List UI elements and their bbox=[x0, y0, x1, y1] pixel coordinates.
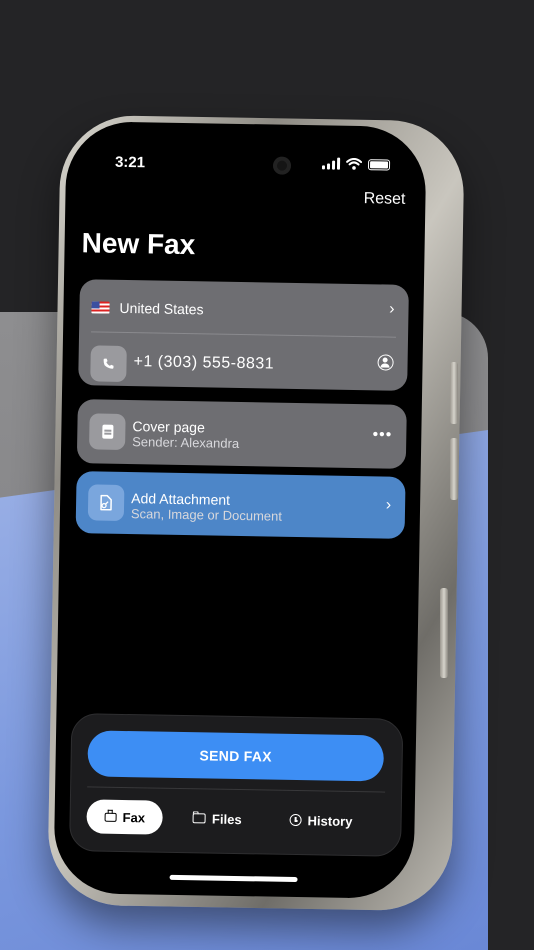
add-attachment-title: Add Attachment bbox=[131, 490, 231, 508]
document-icon bbox=[101, 424, 113, 439]
send-fax-button[interactable]: SEND FAX bbox=[87, 730, 385, 782]
phone-screen: 3:21 Reset New Fax United States › +1 (3… bbox=[53, 120, 427, 900]
home-indicator[interactable] bbox=[169, 874, 298, 883]
tab-history[interactable]: History bbox=[271, 803, 370, 839]
status-icons bbox=[321, 157, 391, 171]
clock-icon bbox=[289, 813, 302, 827]
more-options-icon[interactable]: ••• bbox=[372, 426, 392, 444]
phone-number-input[interactable]: +1 (303) 555-8831 bbox=[133, 353, 274, 373]
tab-history-label: History bbox=[307, 812, 353, 829]
status-time: 3:21 bbox=[114, 153, 146, 172]
chevron-right-icon: › bbox=[385, 496, 392, 514]
phone-icon bbox=[103, 358, 114, 369]
add-attachment-card[interactable]: Add Attachment Scan, Image or Document › bbox=[75, 471, 406, 539]
page-title: New Fax bbox=[81, 227, 196, 261]
tab-files[interactable]: Files bbox=[175, 801, 260, 836]
add-attachment-subtitle: Scan, Image or Document bbox=[130, 506, 283, 524]
tab-bar: Fax Files History bbox=[86, 798, 389, 839]
tab-files-label: Files bbox=[211, 811, 242, 827]
cover-page-title: Cover page bbox=[132, 418, 205, 436]
contact-icon[interactable] bbox=[377, 354, 394, 371]
phone-icon-box bbox=[90, 345, 127, 382]
tab-fax[interactable]: Fax bbox=[86, 799, 164, 835]
folder-icon bbox=[192, 813, 207, 824]
attachment-icon-box bbox=[87, 484, 125, 521]
side-button bbox=[440, 588, 448, 678]
fax-icon bbox=[104, 812, 117, 822]
recipient-card: United States › +1 (303) 555-8831 bbox=[78, 279, 409, 391]
cover-page-sender: Sender: Alexandra bbox=[132, 434, 240, 451]
volume-down-button bbox=[450, 438, 458, 500]
document-icon-box bbox=[89, 413, 126, 450]
reset-button[interactable]: Reset bbox=[363, 190, 406, 209]
tab-fax-label: Fax bbox=[122, 809, 146, 825]
chevron-right-icon[interactable]: › bbox=[389, 301, 395, 319]
volume-up-button bbox=[450, 362, 458, 424]
divider bbox=[91, 331, 397, 338]
signal-icon bbox=[321, 157, 341, 170]
front-camera bbox=[272, 156, 292, 175]
country-selector[interactable]: United States bbox=[91, 299, 204, 318]
status-bar: 3:21 bbox=[66, 149, 426, 177]
country-label: United States bbox=[119, 299, 204, 318]
wifi-icon bbox=[346, 157, 363, 170]
us-flag-icon bbox=[91, 301, 110, 314]
attachment-file-icon bbox=[100, 494, 112, 511]
cover-page-card[interactable]: Cover page Sender: Alexandra ••• bbox=[76, 399, 407, 469]
divider bbox=[87, 786, 386, 793]
bottom-panel: SEND FAX Fax Files History bbox=[69, 713, 404, 857]
battery-icon bbox=[367, 158, 391, 171]
